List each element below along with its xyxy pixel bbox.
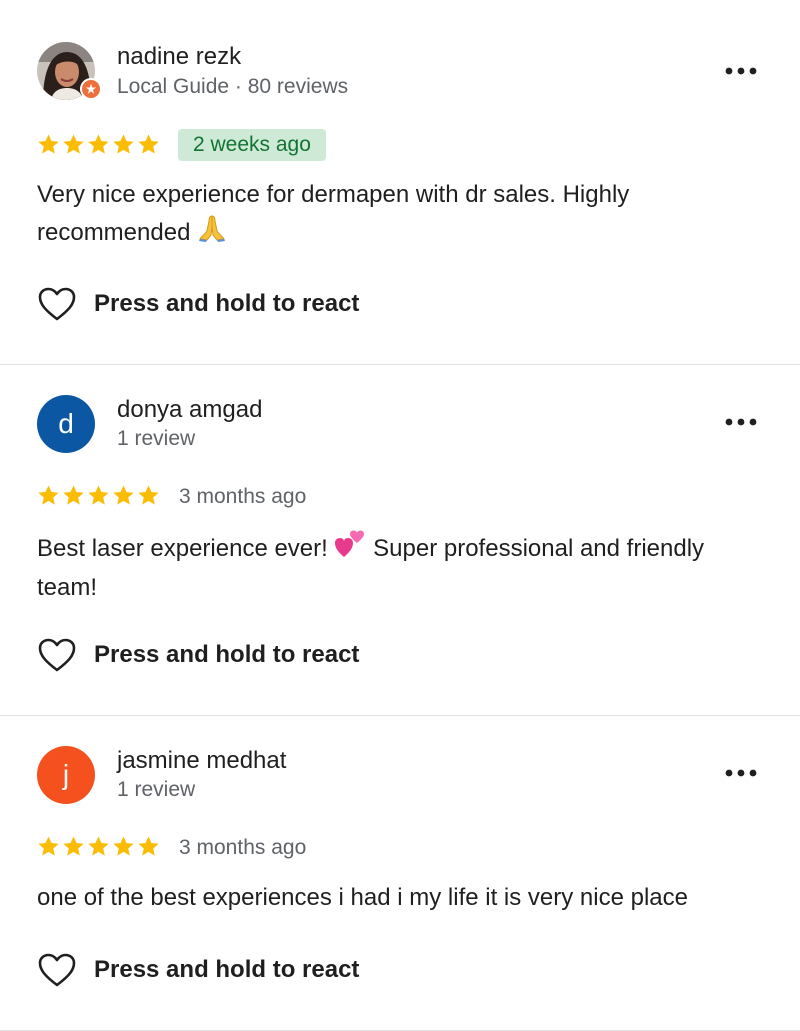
local-guide-badge-icon	[80, 78, 102, 100]
star-icon	[63, 485, 84, 505]
avatar-letter: j	[62, 759, 70, 790]
star-icon	[113, 134, 134, 154]
reviewer-name[interactable]: jasmine medhat	[117, 747, 286, 775]
star-rating	[37, 484, 160, 510]
review-time: 3 months ago	[179, 836, 307, 859]
star-icon	[113, 836, 134, 856]
review-text-part: Very nice experience for dermapen with d…	[37, 181, 630, 246]
folded-hands-icon	[197, 213, 227, 254]
heart-icon	[38, 287, 76, 321]
two-hearts-icon	[334, 529, 366, 570]
react-button[interactable]: Press and hold to react	[37, 952, 359, 988]
react-button[interactable]: Press and hold to react	[37, 286, 359, 322]
star-icon	[138, 485, 159, 505]
star-icon	[63, 134, 84, 154]
more-options-icon[interactable]	[720, 758, 762, 788]
star-icon	[63, 836, 84, 856]
reviewer-name[interactable]: nadine rezk	[117, 43, 241, 71]
react-label: Press and hold to react	[94, 290, 360, 317]
star-icon	[88, 134, 109, 154]
avatar[interactable]: d	[37, 395, 95, 453]
more-options-icon[interactable]	[720, 407, 762, 437]
reviewer-meta: 1 review	[117, 778, 196, 801]
more-options-icon[interactable]	[720, 56, 762, 86]
star-icon	[38, 836, 59, 856]
review-text: Very nice experience for dermapen with d…	[37, 177, 757, 254]
star-icon	[88, 485, 109, 505]
review-card: d donya amgad 1 review 3 months ago Best…	[0, 365, 800, 715]
react-button[interactable]: Press and hold to react	[37, 637, 359, 673]
review-card: j jasmine medhat 1 review 3 months ago o…	[0, 716, 800, 1030]
star-icon	[38, 485, 59, 505]
review-time: 3 months ago	[179, 485, 307, 508]
heart-icon	[38, 953, 76, 987]
review-time-badge: 2 weeks ago	[178, 129, 326, 161]
star-icon	[113, 485, 134, 505]
avatar[interactable]: j	[37, 746, 95, 804]
star-icon	[138, 134, 159, 154]
reviewer-meta: Local Guide · 80 reviews	[117, 75, 349, 98]
reviewer-meta: 1 review	[117, 427, 196, 450]
star-rating	[37, 835, 160, 861]
review-text: Best laser experience ever! Super profes…	[37, 529, 757, 606]
heart-icon	[38, 638, 76, 672]
review-card: nadine rezk Local Guide · 80 reviews 2 w…	[0, 0, 800, 364]
react-label: Press and hold to react	[94, 956, 360, 983]
review-text-part: Best laser experience ever!	[37, 534, 335, 562]
star-icon	[38, 134, 59, 154]
star-rating	[37, 133, 160, 159]
review-text: one of the best experiences i had i my l…	[37, 880, 757, 916]
review-text-part: one of the best experiences i had i my l…	[37, 884, 688, 911]
star-icon	[138, 836, 159, 856]
avatar-letter: d	[58, 408, 74, 439]
reviewer-name[interactable]: donya amgad	[117, 396, 262, 424]
star-icon	[88, 836, 109, 856]
react-label: Press and hold to react	[94, 641, 360, 668]
